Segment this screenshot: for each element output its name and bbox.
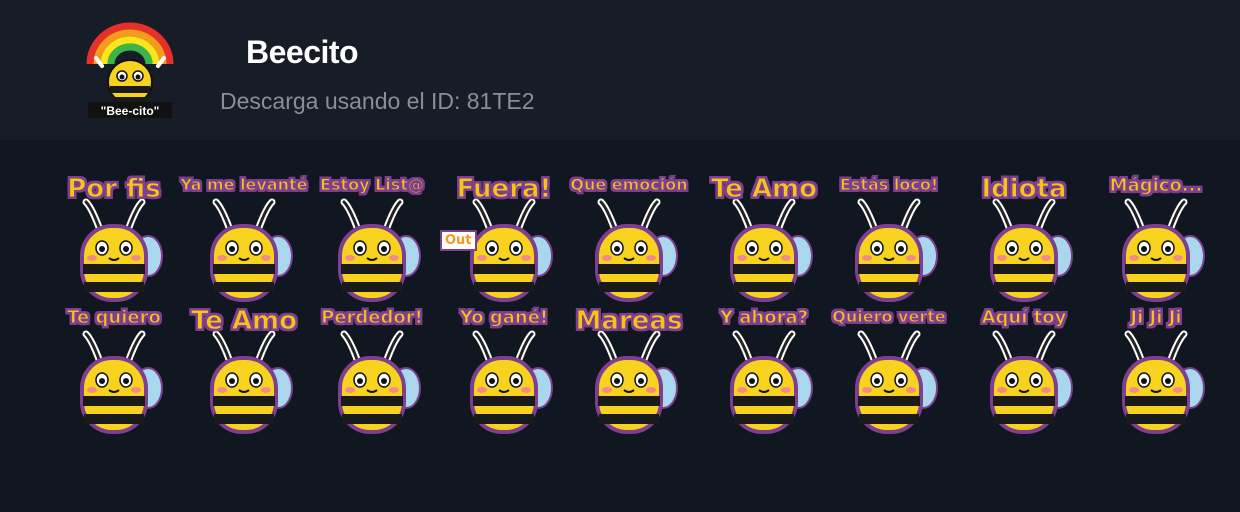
sticker-item[interactable]: Yo gané!: [440, 307, 568, 438]
sticker-caption: Yo gané!: [459, 307, 549, 328]
sticker-item[interactable]: Idiota: [960, 176, 1088, 306]
sticker-item[interactable]: Que emoción: [565, 175, 693, 306]
sticker-caption: Perdedor!: [321, 307, 424, 328]
sticker-item[interactable]: Quiero verte: [825, 307, 953, 438]
pack-download-id: Descarga usando el ID: 81TE2: [220, 88, 535, 114]
sticker-item[interactable]: Te quiero: [50, 307, 178, 438]
bee-illustration: [855, 198, 938, 302]
pack-header: "Bee-cito" Beecito Descarga usando el ID…: [0, 0, 1240, 140]
sticker-item[interactable]: Ya me levanté: [180, 175, 308, 306]
pack-icon-label: "Bee-cito": [101, 104, 160, 118]
sticker-caption: Idiota: [981, 174, 1067, 204]
sticker-caption: Mareas: [575, 306, 683, 336]
sticker-item[interactable]: Perdedor!: [308, 307, 436, 438]
sticker-item[interactable]: Estoy List@: [308, 175, 436, 306]
rainbow-bee-icon: "Bee-cito": [84, 20, 176, 120]
sticker-item[interactable]: Out Fuera!: [440, 176, 568, 306]
sticker-item[interactable]: Y ahora?: [700, 307, 828, 438]
sticker-item[interactable]: Por fis: [50, 176, 178, 306]
bee-illustration: [210, 198, 293, 302]
sticker-caption: Ji Ji Ji: [1130, 307, 1182, 328]
sticker-item[interactable]: Mareas: [565, 308, 693, 438]
sticker-item[interactable]: Estás loco!: [825, 175, 953, 306]
sticker-grid: Por fis Ya me levanté Estoy List@ Out Fuera!…: [0, 140, 1240, 512]
sticker-caption: Quiero verte: [832, 307, 946, 326]
sticker-item[interactable]: Te Amo: [180, 308, 308, 438]
sticker-caption: Ya me levanté: [180, 175, 308, 194]
sticker-sign: Out: [440, 230, 477, 251]
sticker-caption: Fuera!: [456, 174, 552, 204]
sticker-caption: Que emoción: [570, 175, 688, 194]
bee-illustration: [338, 198, 421, 302]
sticker-caption: Estás loco!: [839, 175, 939, 194]
bee-illustration: [855, 330, 938, 434]
sticker-caption: Aquí toy: [981, 307, 1067, 328]
sticker-item[interactable]: Mágico...: [1092, 175, 1220, 306]
sticker-caption: Por fis: [67, 174, 162, 204]
sticker-caption: Te Amo: [710, 174, 818, 204]
pack-title: Beecito: [246, 34, 359, 70]
sticker-caption: Estoy List@: [320, 175, 425, 194]
bee-illustration: [595, 198, 678, 302]
sticker-caption: Te Amo: [190, 306, 298, 336]
sticker-item[interactable]: Te Amo: [700, 176, 828, 306]
sticker-caption: Y ahora?: [719, 307, 809, 328]
sticker-item[interactable]: Ji Ji Ji: [1092, 307, 1220, 438]
sticker-caption: Mágico...: [1109, 175, 1203, 196]
sticker-caption: Te quiero: [67, 307, 162, 328]
sticker-item[interactable]: Aquí toy: [960, 307, 1088, 438]
